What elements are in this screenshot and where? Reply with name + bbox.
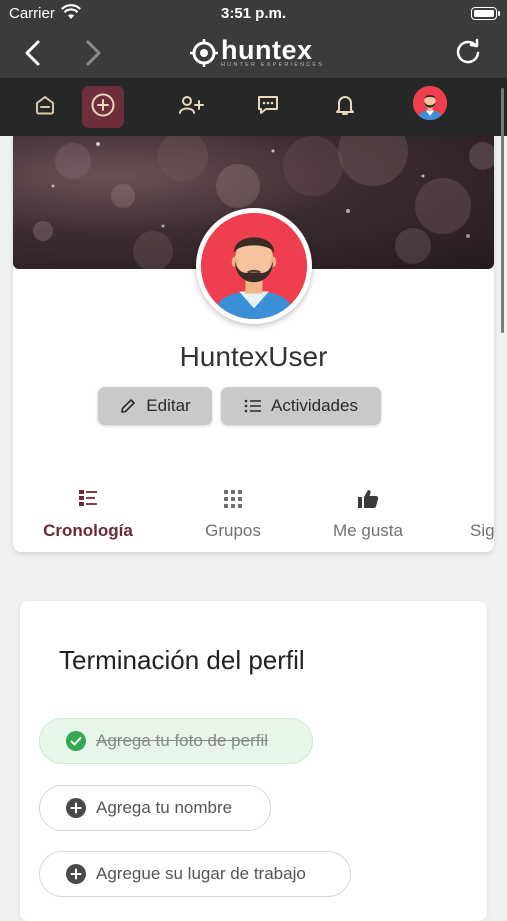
completion-title: Terminación del perfil [59, 645, 305, 675]
reload-icon[interactable] [454, 38, 482, 71]
tab-grupos[interactable]: Grupos [178, 481, 288, 552]
back-arrow-icon[interactable] [22, 40, 44, 71]
user-avatar-icon [201, 213, 307, 319]
tab-home[interactable] [24, 86, 66, 128]
profile-tabs: Cronología Grupos Me gusta Sig [13, 481, 494, 552]
groups-icon [224, 490, 242, 508]
add-circle-icon [66, 798, 86, 818]
tab-label: Cronología [43, 521, 133, 540]
brand-tagline: HUNTER EXPERIENCES [221, 62, 325, 68]
tab-me-gusta[interactable]: Me gusta [313, 481, 423, 552]
add-friend-icon [178, 94, 204, 121]
forward-arrow-icon[interactable] [82, 40, 104, 71]
activities-button-label: Actividades [271, 396, 358, 415]
check-circle-icon [66, 731, 86, 751]
profile-completion-card: Terminación del perfil Agrega tu foto de… [20, 601, 487, 921]
add-circle-icon [66, 864, 86, 884]
target-logo-icon [190, 39, 218, 72]
scroll-indicator [501, 88, 504, 333]
home-icon [34, 94, 56, 121]
add-circle-icon [90, 92, 116, 123]
user-avatar-icon [413, 86, 447, 120]
edit-button-label: Editar [146, 396, 191, 415]
profile-card: HuntexUser Editar Actividades Cronología… [13, 136, 494, 552]
completion-item-label: Agrega tu nombre [96, 798, 233, 817]
tab-label: Grupos [205, 521, 261, 540]
battery-icon [471, 7, 500, 20]
profile-avatar[interactable] [196, 208, 312, 324]
activities-button[interactable]: Actividades [221, 387, 381, 425]
browser-navbar: huntex HUNTER EXPERIENCES [0, 28, 507, 78]
completion-item-workplace[interactable]: Agregue su lugar de trabajo [39, 851, 351, 897]
tab-notifications[interactable] [324, 86, 366, 128]
messages-icon [256, 94, 280, 121]
completion-item-label: Agrega tu foto de perfil [96, 731, 269, 750]
huntex-logo: huntex HUNTER EXPERIENCES [188, 35, 328, 75]
tab-cronologia[interactable]: Cronología [25, 481, 151, 552]
profile-username: HuntexUser [179, 341, 328, 372]
profile-avatar-image [201, 213, 307, 319]
tab-label: Me gusta [333, 521, 403, 540]
timeline-icon [79, 490, 97, 506]
list-icon [244, 399, 262, 413]
bell-icon [334, 93, 356, 122]
thumbs-up-icon [358, 490, 379, 508]
pencil-icon [121, 399, 136, 413]
app-tabbar [0, 78, 507, 136]
tab-label: Sig [470, 521, 494, 540]
completion-item-photo[interactable]: Agrega tu foto de perfil [39, 718, 313, 764]
completion-item-name[interactable]: Agrega tu nombre [39, 785, 271, 831]
tab-messages[interactable] [247, 86, 289, 128]
tab-add[interactable] [82, 86, 124, 128]
tab-siguiendo[interactable]: Sig [465, 481, 494, 552]
edit-button[interactable]: Editar [98, 387, 212, 425]
status-bar: Carrier 3:51 p.m. [0, 0, 507, 28]
completion-item-label: Agregue su lugar de trabajo [96, 864, 306, 883]
tab-add-friend[interactable] [170, 86, 212, 128]
avatar[interactable] [413, 86, 447, 120]
clock: 3:51 p.m. [220, 5, 287, 22]
